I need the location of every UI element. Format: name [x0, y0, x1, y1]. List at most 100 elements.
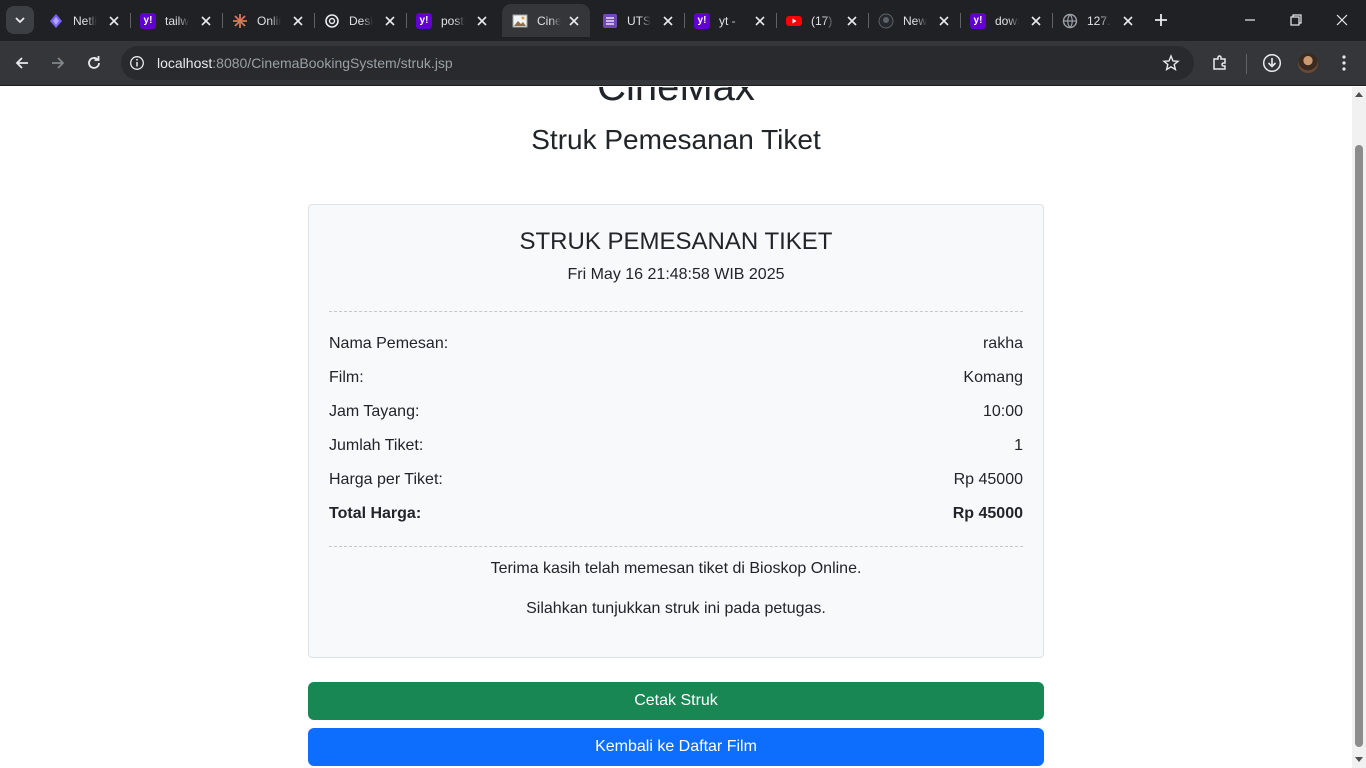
browser-tab-strip: Netlify y! tailwind Online Design y! pos… — [0, 0, 1366, 41]
tab-title: UTS — [627, 13, 651, 28]
row-label: Nama Pemesan: — [329, 335, 449, 352]
row-label: Total Harga: — [329, 505, 422, 522]
close-icon[interactable] — [1028, 13, 1044, 29]
scroll-down-arrow-icon[interactable] — [1355, 757, 1363, 762]
back-arrow-icon[interactable] — [12, 53, 32, 73]
tab-title: CineMax — [537, 13, 561, 28]
more-menu-icon[interactable] — [1334, 53, 1354, 73]
toolbar-divider — [1246, 54, 1247, 74]
scrollbar-thumb[interactable] — [1355, 145, 1363, 747]
receipt-row-harga-per-tiket: Harga per Tiket: Rp 45000 — [329, 471, 1023, 489]
browser-tab[interactable]: Online — [222, 4, 314, 37]
tab-title: Design — [349, 13, 373, 28]
close-icon[interactable] — [566, 13, 582, 29]
yahoo-icon: y! — [140, 12, 156, 29]
tab-title: Online — [257, 13, 281, 28]
list-doc-icon — [603, 13, 617, 28]
receipt-row-total-harga: Total Harga: Rp 45000 — [329, 505, 1023, 523]
row-value: Komang — [963, 369, 1023, 386]
row-value: rakha — [982, 335, 1023, 352]
close-icon[interactable] — [290, 13, 306, 29]
receipt-divider — [329, 311, 1023, 312]
close-icon[interactable] — [382, 13, 398, 29]
row-value: 10:00 — [982, 403, 1023, 420]
browser-tab[interactable]: Netlify — [38, 4, 130, 37]
receipt-date: Fri May 16 21:48:58 WIB 2025 — [567, 266, 785, 283]
page-viewport: CineMax Struk Pemesanan Tiket STRUK PEME… — [0, 87, 1352, 768]
receipt-title: STRUK PEMESANAN TIKET — [519, 228, 833, 255]
row-value: 1 — [1014, 437, 1023, 454]
browser-tab[interactable]: (17) — [776, 4, 868, 37]
row-value: Rp 45000 — [952, 505, 1023, 522]
netlify-icon — [50, 13, 62, 28]
close-icon[interactable] — [660, 13, 676, 29]
row-value: Rp 45000 — [953, 471, 1023, 488]
url-path: :8080/CinemaBookingSystem/struk.jsp — [212, 55, 453, 71]
receipt-row-nama-pemesan: Nama Pemesan: rakha — [329, 335, 1023, 353]
openai-icon — [325, 13, 339, 28]
browser-tab[interactable]: y! yt - — [684, 4, 776, 37]
claude-icon — [233, 13, 247, 28]
receipt-row-jam-tayang: Jam Tayang: 10:00 — [329, 403, 1023, 421]
tab-title: 127.0.0.1 — [1087, 13, 1111, 28]
receipt-divider — [329, 546, 1023, 547]
address-bar[interactable]: localhost:8080/CinemaBookingSystem/struk… — [121, 46, 1194, 80]
close-icon[interactable] — [844, 13, 860, 29]
window-close-icon[interactable] — [1334, 12, 1350, 28]
new-tab-plus-icon[interactable] — [1151, 10, 1171, 30]
close-icon[interactable] — [752, 13, 768, 29]
instruction-message: Silahkan tunjukkan struk ini pada petuga… — [526, 600, 826, 617]
close-icon[interactable] — [1120, 13, 1136, 29]
tab-search-button[interactable] — [6, 6, 34, 34]
url-host: localhost — [157, 55, 213, 71]
scroll-up-arrow-icon[interactable] — [1355, 92, 1363, 97]
github-icon — [878, 13, 894, 28]
close-icon[interactable] — [106, 13, 122, 29]
yahoo-icon: y! — [970, 12, 986, 29]
forward-arrow-icon[interactable] — [48, 53, 68, 73]
receipt-row-jumlah-tiket: Jumlah Tiket: 1 — [329, 437, 1023, 455]
tab-title: New — [903, 13, 927, 28]
row-label: Jam Tayang: — [329, 403, 420, 420]
profile-avatar[interactable] — [1298, 53, 1318, 73]
restore-icon[interactable] — [1288, 12, 1304, 28]
browser-tab[interactable]: 127.0.0.1 — [1052, 4, 1144, 37]
chevron-down-icon — [15, 17, 25, 24]
close-icon[interactable] — [198, 13, 214, 29]
yahoo-icon: y! — [416, 12, 432, 29]
receipt-card: STRUK PEMESANAN TIKET Fri May 16 21:48:5… — [308, 204, 1044, 658]
youtube-icon — [786, 15, 802, 26]
url-text: localhost:8080/CinemaBookingSystem/struk… — [157, 55, 453, 71]
browser-tab[interactable]: Design — [314, 4, 406, 37]
browser-tab[interactable]: UTS — [592, 4, 684, 37]
tab-title: tailwind — [165, 13, 189, 28]
yahoo-icon: y! — [694, 12, 710, 29]
reload-icon[interactable] — [84, 53, 104, 73]
browser-tab[interactable]: New — [868, 4, 960, 37]
minimize-icon[interactable] — [1242, 12, 1258, 28]
back-to-film-list-button[interactable]: Kembali ke Daftar Film — [308, 728, 1044, 766]
browser-tab[interactable]: y! download — [960, 4, 1052, 37]
page-scrollbar[interactable] — [1352, 87, 1366, 768]
page-image-icon — [512, 14, 528, 27]
thank-you-message: Terima kasih telah memesan tiket di Bios… — [490, 560, 862, 577]
download-icon[interactable] — [1262, 53, 1282, 73]
tab-title: postman — [441, 13, 465, 28]
close-icon[interactable] — [474, 13, 490, 29]
bookmark-star-icon[interactable] — [1162, 54, 1180, 72]
row-label: Jumlah Tiket: — [329, 437, 424, 454]
browser-tab[interactable]: y! postman — [406, 4, 498, 37]
page-subtitle: Struk Pemesanan Tiket — [531, 124, 821, 155]
tab-title: yt - — [719, 13, 736, 28]
site-info-icon[interactable] — [129, 55, 145, 71]
brand-title: CineMax — [597, 87, 755, 109]
print-receipt-button[interactable]: Cetak Struk — [308, 682, 1044, 720]
close-icon[interactable] — [936, 13, 952, 29]
row-label: Harga per Tiket: — [329, 471, 443, 488]
tab-title: (17) — [811, 13, 833, 28]
browser-tab[interactable]: y! tailwind — [130, 4, 222, 37]
extensions-puzzle-icon[interactable] — [1210, 53, 1230, 73]
browser-tab-active[interactable]: CineMax — [502, 4, 590, 37]
receipt-row-film: Film: Komang — [329, 369, 1023, 387]
tab-title: Netlify — [73, 13, 97, 28]
